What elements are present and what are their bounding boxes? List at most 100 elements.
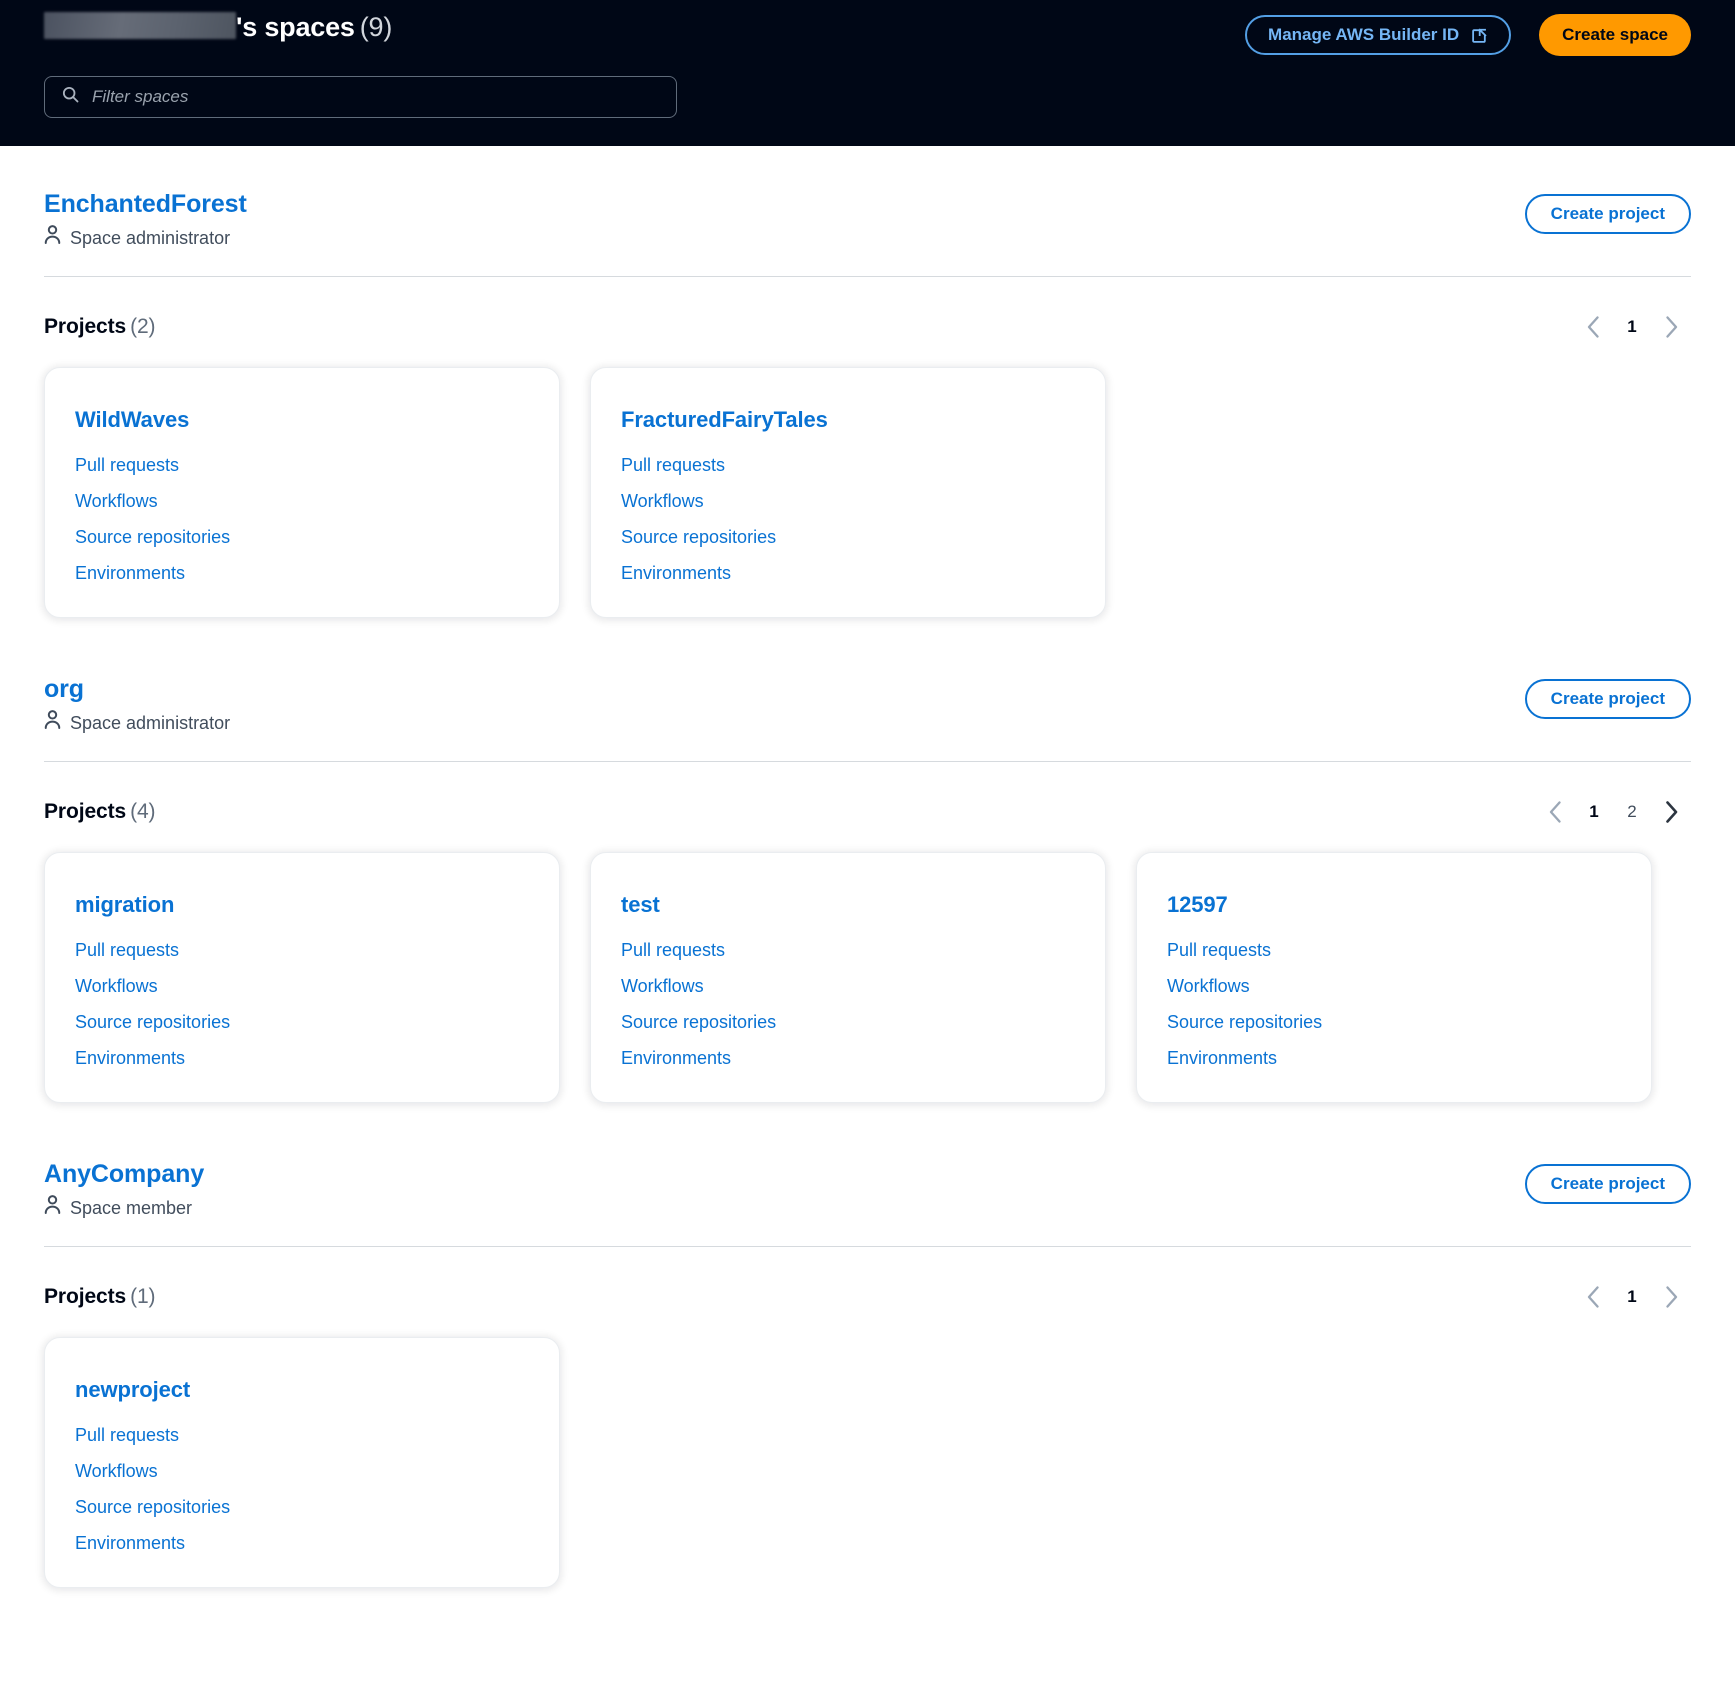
project-link-source-repositories[interactable]: Source repositories (75, 1010, 230, 1034)
space-section-enchantedforest: EnchantedForest Space administrator Crea… (44, 146, 1691, 618)
project-links: Pull requests Workflows Source repositor… (621, 938, 1105, 1070)
project-link-source-repositories[interactable]: Source repositories (1167, 1010, 1322, 1034)
projects-count: (2) (130, 315, 155, 338)
project-link-pull-requests[interactable]: Pull requests (75, 938, 179, 962)
project-link-environments[interactable]: Environments (75, 1046, 185, 1070)
project-link-workflows[interactable]: Workflows (75, 974, 158, 998)
project-link-source-repositories[interactable]: Source repositories (75, 1495, 230, 1519)
create-project-button[interactable]: Create project (1525, 679, 1691, 719)
project-title-link[interactable]: FracturedFairyTales (621, 406, 828, 434)
create-space-label: Create space (1562, 25, 1668, 45)
spaces-count: (9) (360, 8, 392, 46)
project-link-pull-requests[interactable]: Pull requests (75, 453, 179, 477)
projects-toolbar: Projects(4) 1 2 (44, 762, 1691, 832)
projects-count: (1) (130, 1285, 155, 1308)
project-link-source-repositories[interactable]: Source repositories (621, 1010, 776, 1034)
projects-word: Projects (44, 800, 126, 823)
filter-spaces-input[interactable] (92, 87, 660, 107)
project-card[interactable]: test Pull requests Workflows Source repo… (590, 852, 1106, 1103)
project-card[interactable]: migration Pull requests Workflows Source… (44, 852, 560, 1103)
pagination-next-button[interactable] (1651, 1277, 1691, 1317)
space-identity: org Space administrator (44, 673, 230, 735)
project-card[interactable]: newproject Pull requests Workflows Sourc… (44, 1337, 560, 1588)
projects-heading: Projects(1) (44, 1285, 155, 1309)
create-project-label: Create project (1551, 689, 1665, 709)
page-title-suffix: 's spaces (236, 8, 355, 46)
projects-count: (4) (130, 800, 155, 823)
project-link-pull-requests[interactable]: Pull requests (621, 453, 725, 477)
space-title-link[interactable]: EnchantedForest (44, 188, 247, 220)
project-link-environments[interactable]: Environments (621, 561, 731, 585)
project-link-environments[interactable]: Environments (75, 561, 185, 585)
project-link-environments[interactable]: Environments (1167, 1046, 1277, 1070)
user-icon (44, 710, 61, 735)
manage-aws-builder-id-label: Manage AWS Builder ID (1268, 25, 1459, 45)
project-card[interactable]: WildWaves Pull requests Workflows Source… (44, 367, 560, 618)
project-link-workflows[interactable]: Workflows (621, 489, 704, 513)
space-section-org: org Space administrator Create project (44, 618, 1691, 1103)
project-card[interactable]: 12597 Pull requests Workflows Source rep… (1136, 852, 1652, 1103)
pagination-page-2[interactable]: 2 (1613, 793, 1651, 831)
project-card[interactable]: FracturedFairyTales Pull requests Workfl… (590, 367, 1106, 618)
pagination-next-button[interactable] (1651, 307, 1691, 347)
space-title-link[interactable]: AnyCompany (44, 1158, 204, 1190)
project-title-link[interactable]: newproject (75, 1376, 190, 1404)
project-link-workflows[interactable]: Workflows (621, 974, 704, 998)
project-links: Pull requests Workflows Source repositor… (75, 1423, 559, 1555)
project-title-link[interactable]: test (621, 891, 660, 919)
pagination-page-1[interactable]: 1 (1613, 1278, 1651, 1316)
project-title-link[interactable]: WildWaves (75, 406, 189, 434)
project-title-link[interactable]: migration (75, 891, 174, 919)
space-role-label: Space member (70, 1196, 192, 1220)
create-project-button[interactable]: Create project (1525, 1164, 1691, 1204)
projects-heading: Projects(4) (44, 800, 155, 824)
space-role: Space administrator (44, 225, 247, 250)
project-link-source-repositories[interactable]: Source repositories (621, 525, 776, 549)
header-top-row: 's spaces(9) Manage AWS Builder ID Creat… (44, 0, 1691, 56)
top-header-bar: 's spaces(9) Manage AWS Builder ID Creat… (0, 0, 1735, 146)
user-icon (44, 1195, 61, 1220)
project-title-link[interactable]: 12597 (1167, 891, 1228, 919)
space-role: Space member (44, 1195, 204, 1220)
projects-pagination: 1 2 (1535, 792, 1691, 832)
pagination-prev-button[interactable] (1573, 1277, 1613, 1317)
space-title-link[interactable]: org (44, 673, 84, 705)
space-role: Space administrator (44, 710, 230, 735)
space-header: EnchantedForest Space administrator Crea… (44, 188, 1691, 250)
project-link-source-repositories[interactable]: Source repositories (75, 525, 230, 549)
space-section-anycompany: AnyCompany Space member Create project (44, 1103, 1691, 1588)
pagination-page-1[interactable]: 1 (1575, 793, 1613, 831)
project-link-pull-requests[interactable]: Pull requests (621, 938, 725, 962)
project-link-environments[interactable]: Environments (621, 1046, 731, 1070)
project-links: Pull requests Workflows Source repositor… (75, 453, 559, 585)
projects-word: Projects (44, 1285, 126, 1308)
projects-heading: Projects(2) (44, 315, 155, 339)
manage-aws-builder-id-button[interactable]: Manage AWS Builder ID (1245, 15, 1511, 55)
project-link-pull-requests[interactable]: Pull requests (75, 1423, 179, 1447)
project-link-pull-requests[interactable]: Pull requests (1167, 938, 1271, 962)
project-card-list: WildWaves Pull requests Workflows Source… (44, 347, 1691, 618)
project-link-workflows[interactable]: Workflows (75, 1459, 158, 1483)
projects-pagination: 1 (1573, 307, 1691, 347)
project-card-list: migration Pull requests Workflows Source… (44, 832, 1691, 1103)
projects-toolbar: Projects(2) 1 (44, 277, 1691, 347)
filter-spaces-box[interactable] (44, 76, 677, 118)
create-project-label: Create project (1551, 204, 1665, 224)
create-project-label: Create project (1551, 1174, 1665, 1194)
pagination-next-button[interactable] (1651, 792, 1691, 832)
search-icon (61, 85, 80, 109)
create-project-button[interactable]: Create project (1525, 194, 1691, 234)
pagination-page-1[interactable]: 1 (1613, 308, 1651, 346)
create-space-button[interactable]: Create space (1539, 14, 1691, 56)
pagination-prev-button[interactable] (1573, 307, 1613, 347)
space-identity: AnyCompany Space member (44, 1158, 204, 1220)
project-link-workflows[interactable]: Workflows (75, 489, 158, 513)
project-link-workflows[interactable]: Workflows (1167, 974, 1250, 998)
project-link-environments[interactable]: Environments (75, 1531, 185, 1555)
space-header: org Space administrator Create project (44, 673, 1691, 735)
project-links: Pull requests Workflows Source repositor… (75, 938, 559, 1070)
project-card-list: newproject Pull requests Workflows Sourc… (44, 1317, 1691, 1588)
project-links: Pull requests Workflows Source repositor… (621, 453, 1105, 585)
pagination-prev-button[interactable] (1535, 792, 1575, 832)
redacted-owner-name (44, 12, 236, 39)
